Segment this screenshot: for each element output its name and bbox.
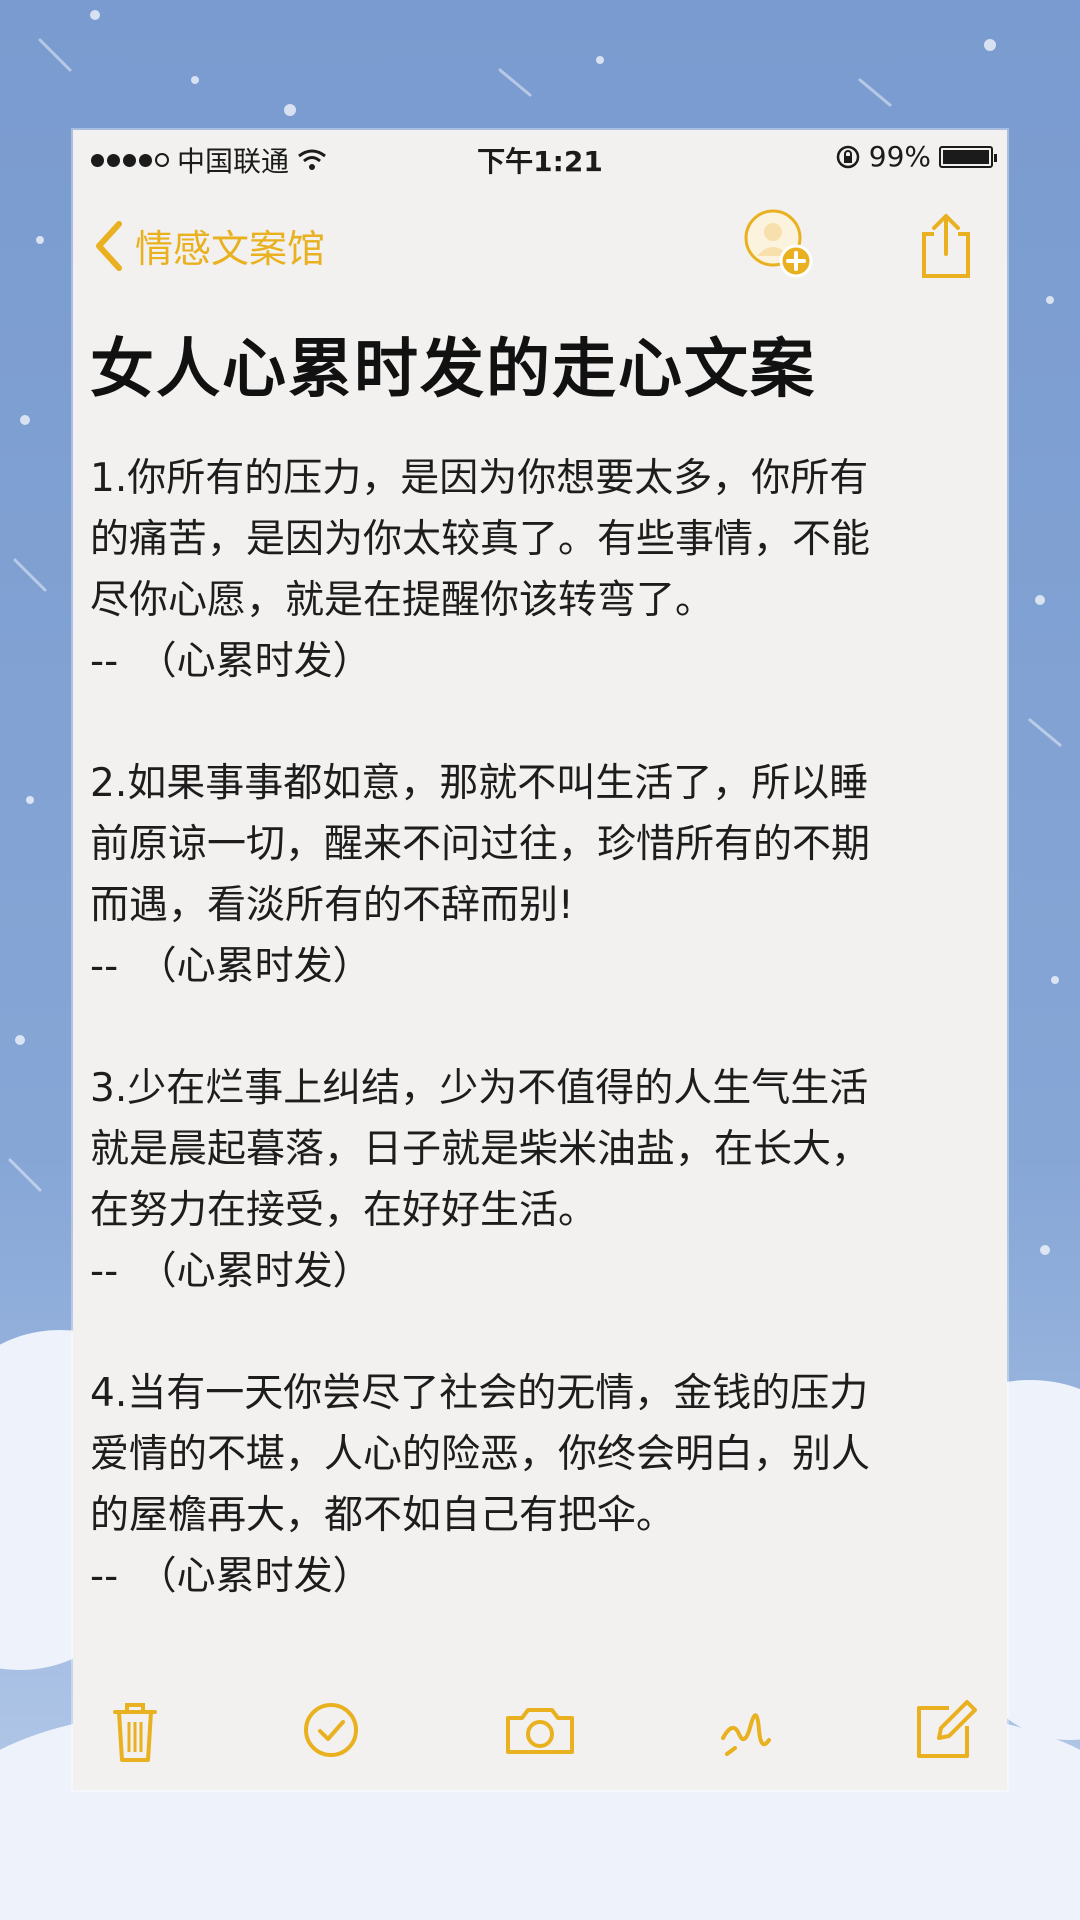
nav-bar: 情感文案馆 <box>73 200 1007 300</box>
note-title: 女人心累时发的走心文案 <box>90 333 816 407</box>
camera-button[interactable] <box>500 1690 580 1770</box>
note-line: 前原谅一切，醒来不问过往，珍惜所有的不期 <box>90 822 871 867</box>
battery-level <box>943 149 989 164</box>
checklist-button[interactable] <box>291 1690 371 1770</box>
back-label: 情感文案馆 <box>135 227 326 271</box>
note-line: 在努力在接受，在好好生活。 <box>90 1188 598 1233</box>
sketch-button[interactable] <box>705 1690 785 1770</box>
note-line: 4.当有一天你尝尽了社会的无情，金钱的压力 <box>90 1371 869 1416</box>
compose-button[interactable] <box>905 1690 985 1770</box>
note-line: 3.少在烂事上纠结，少为不值得的人生气生活 <box>90 1066 869 1111</box>
delete-button[interactable] <box>95 1690 175 1770</box>
camera-icon <box>506 1708 574 1754</box>
note-line: 1.你所有的压力，是因为你想要太多，你所有 <box>90 456 869 501</box>
trash-icon <box>113 1703 157 1762</box>
note-line: 2.如果事事都如意，那就不叫生活了，所以睡 <box>90 761 869 806</box>
sketch-icon <box>721 1713 771 1756</box>
compose-icon <box>917 1700 977 1758</box>
note-line: 的屋檐再大，都不如自己有把伞。 <box>90 1493 676 1538</box>
note-line: 就是晨起暮落，日子就是柴米油盐，在长大， <box>90 1127 871 1172</box>
note-paragraph: 1.你所有的压力，是因为你想要太多，你所有 的痛苦，是因为你太较真了。有些事情，… <box>90 448 990 692</box>
add-contact-icon <box>744 209 813 278</box>
note-paragraph: 2.如果事事都如意，那就不叫生活了，所以睡 前原谅一切，醒来不问过往，珍惜所有的… <box>90 753 990 997</box>
orientation-lock-icon <box>836 145 860 168</box>
status-bar: 中国联通 下午1:21 99% <box>73 130 1007 186</box>
note-line: 的痛苦，是因为你太较真了。有些事情，不能 <box>90 517 871 562</box>
note-line: 尽你心愿，就是在提醒你该转弯了。 <box>90 578 715 623</box>
bottom-toolbar <box>73 1690 1007 1780</box>
note-signature: -- （心累时发） <box>90 944 372 989</box>
note-paragraph: 4.当有一天你尝尽了社会的无情，金钱的压力 爱情的不堪，人心的险恶，你终会明白，… <box>90 1363 990 1607</box>
note-paragraph: 3.少在烂事上纠结，少为不值得的人生气生活 就是晨起暮落，日子就是柴米油盐，在长… <box>90 1058 990 1302</box>
add-people-button[interactable] <box>743 208 815 280</box>
share-icon <box>922 214 970 278</box>
back-button[interactable]: 情感文案馆 <box>93 218 325 273</box>
share-button[interactable] <box>916 210 976 282</box>
battery-percent: 99% <box>868 140 931 173</box>
battery-icon <box>939 145 997 168</box>
checkmark-icon <box>304 1703 358 1757</box>
note-line: 而遇，看淡所有的不辞而别! <box>90 883 574 928</box>
status-right: 99% <box>835 140 997 173</box>
note-signature: -- （心累时发） <box>90 639 372 684</box>
note-line: 爱情的不堪，人心的险恶，你终会明白，别人 <box>90 1432 871 1477</box>
note-signature: -- （心累时发） <box>90 1554 372 1599</box>
chevron-left-icon <box>96 220 122 271</box>
notes-screen: 中国联通 下午1:21 99% 情感文案馆 女人心累时发的走心文案 1.你所有的… <box>73 130 1007 1790</box>
note-body[interactable]: 1.你所有的压力，是因为你想要太多，你所有 的痛苦，是因为你太较真了。有些事情，… <box>90 448 990 1607</box>
note-signature: -- （心累时发） <box>90 1249 372 1294</box>
